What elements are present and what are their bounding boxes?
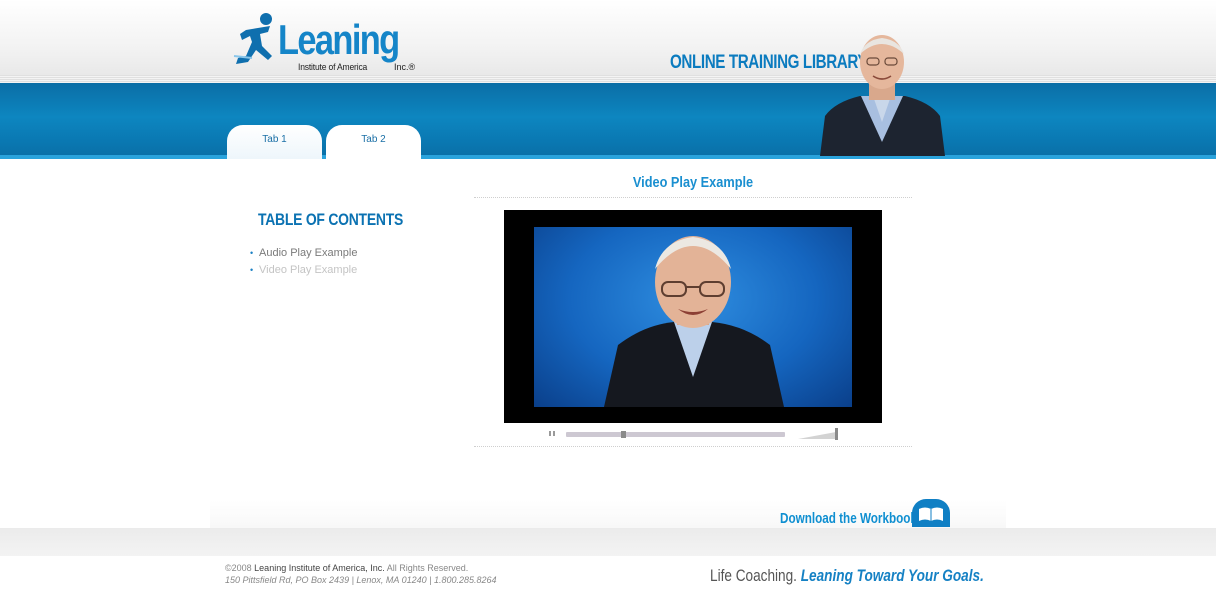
rights-text: All Rights Reserved. (386, 563, 469, 573)
book-icon[interactable] (912, 499, 950, 527)
seek-thumb[interactable] (621, 431, 626, 438)
logo-subtitle: Institute of America (298, 62, 368, 73)
video-title: Video Play Example (632, 174, 754, 191)
company-name: Leaning Institute of America, Inc. (254, 563, 385, 573)
divider-bottom (474, 446, 912, 447)
seek-bar[interactable] (566, 431, 785, 438)
tagline: Life Coaching. Leaning Toward Your Goals… (710, 566, 984, 586)
tab-1-label: Tab 1 (262, 134, 287, 145)
presenter-photo (820, 35, 945, 156)
logo-wordmark: Leaning (278, 16, 400, 63)
tab-2[interactable]: Tab 2 (326, 125, 421, 165)
tagline-accent: Leaning Toward Your Goals. (800, 566, 984, 585)
running-figure-icon (233, 13, 272, 64)
toc-item-video[interactable]: Video Play Example (250, 262, 357, 279)
toc-item-audio[interactable]: Audio Play Example (250, 245, 357, 262)
video-screen[interactable] (534, 227, 852, 407)
toc-list: Audio Play Example Video Play Example (250, 245, 357, 279)
header-top (0, 0, 1216, 83)
copyright-prefix: ©2008 (225, 563, 252, 573)
copyright-line: ©2008 Leaning Institute of America, Inc.… (225, 563, 468, 573)
toc-title: TABLE OF CONTENTS (258, 210, 404, 229)
divider-top (474, 197, 912, 198)
video-player[interactable] (504, 210, 882, 423)
footer-strip (0, 528, 1216, 556)
address-line: 150 Pittsfield Rd, PO Box 2439 | Lenox, … (225, 575, 497, 585)
logo-inc: Inc.® (394, 62, 416, 72)
tab-2-label: Tab 2 (361, 134, 386, 145)
pause-icon[interactable] (548, 431, 556, 437)
volume-handle[interactable] (835, 428, 838, 440)
player-controls (548, 428, 840, 440)
tab-1[interactable]: Tab 1 (227, 125, 322, 159)
tagline-plain: Life Coaching. (710, 566, 797, 585)
video-frame-image (604, 236, 784, 407)
logo[interactable]: Leaning Institute of America Inc.® (232, 12, 422, 76)
download-workbook-link[interactable]: Download the Workbook! (780, 510, 921, 527)
volume-slider[interactable] (798, 428, 840, 440)
header-band (0, 83, 1216, 159)
